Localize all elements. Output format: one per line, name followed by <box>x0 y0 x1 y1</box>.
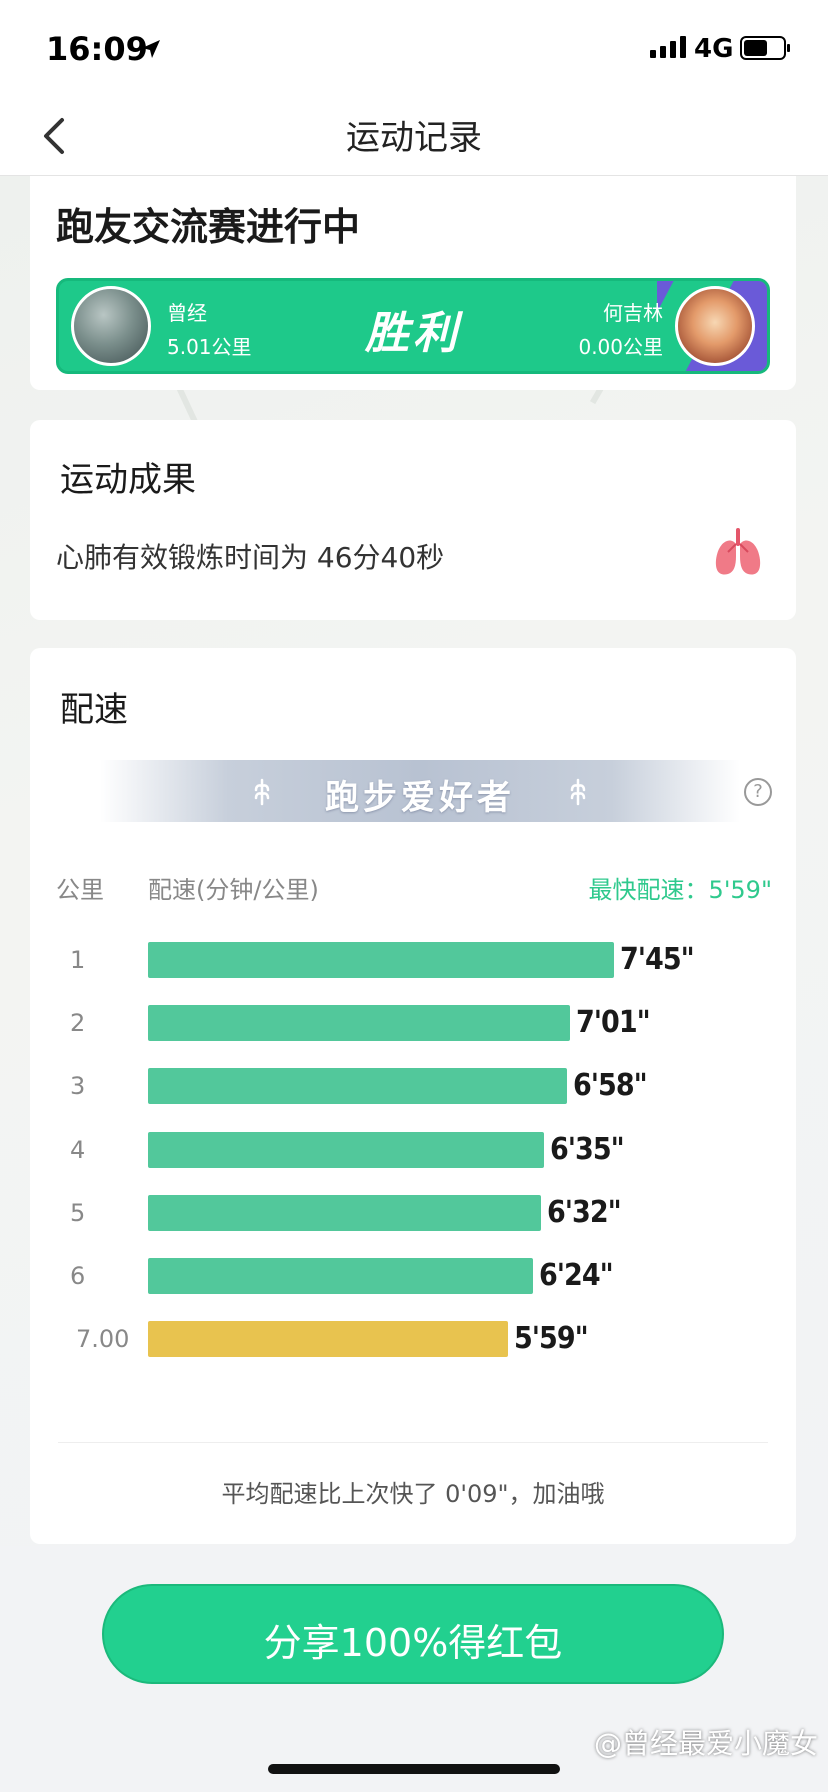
pace-bar <box>148 1005 570 1042</box>
pace-bar <box>148 1068 567 1105</box>
pace-row: 3 6'58" <box>30 1068 796 1108</box>
km-label: 6 <box>70 1262 86 1290</box>
pace-row: 4 6'35" <box>30 1131 796 1172</box>
pace-row: 6 6'24" <box>30 1258 796 1298</box>
pace-value-label: 6'35" <box>550 1131 625 1167</box>
help-icon[interactable]: ? <box>744 778 772 806</box>
column-pace-header: 配速(分钟/公里) <box>148 876 319 904</box>
avatar-right[interactable] <box>675 286 755 366</box>
km-label: 3 <box>70 1072 86 1101</box>
fastest-pace: 最快配速：5'59" <box>588 876 772 904</box>
watermark: @曾经最爱小魔女 <box>593 1727 818 1760</box>
status-bar: 16:09 4G <box>0 0 828 96</box>
race-title: 跑友交流赛进行中 <box>56 205 361 249</box>
km-label: 5 <box>70 1198 86 1227</box>
divider <box>58 1442 768 1443</box>
pace-row: 2 7'01" <box>30 1005 796 1045</box>
wheat-right-icon <box>568 778 588 810</box>
status-time: 16:09 <box>46 30 148 68</box>
runner-level: 跑步爱好者 <box>325 778 515 818</box>
pace-title: 配速 <box>60 690 128 730</box>
location-arrow-icon <box>140 38 162 64</box>
pace-card: 配速 跑步爱好者 ? 公里 配速(分钟/公里) 最快配速：5'59" 1 7'45… <box>30 648 796 1544</box>
pace-value-label: 6'58" <box>573 1068 648 1104</box>
km-label: 7.00 <box>76 1325 130 1354</box>
page-title: 运动记录 <box>346 118 482 158</box>
race-vs-bar: 曾经 5.01公里 胜利 何吉林 0.00公里 <box>56 278 770 374</box>
lungs-icon <box>712 526 764 582</box>
network-label: 4G <box>694 34 734 64</box>
pace-value-label: 5'59" <box>514 1321 589 1357</box>
pace-value-label: 6'24" <box>539 1258 614 1293</box>
pace-bar <box>148 942 614 978</box>
pace-value-label: 7'45" <box>620 942 695 977</box>
pace-bar <box>148 1194 541 1231</box>
pace-row: 5 6'32" <box>30 1194 796 1235</box>
signal-icon <box>650 36 688 62</box>
player-right-name: 何吉林 <box>603 301 663 325</box>
km-label: 4 <box>70 1135 86 1164</box>
home-indicator <box>268 1764 560 1774</box>
pace-summary: 平均配速比上次快了 0'09"，加油哦 <box>221 1480 605 1508</box>
cardio-time-text: 心肺有效锻炼时间为 46分40秒 <box>56 541 445 574</box>
pace-bar <box>148 1321 508 1358</box>
battery-icon <box>740 36 792 64</box>
player-right-distance: 0.00公里 <box>578 335 663 359</box>
km-label: 1 <box>70 946 86 974</box>
pace-value-label: 6'32" <box>547 1194 622 1230</box>
achievement-title: 运动成果 <box>60 460 196 500</box>
column-km-header: 公里 <box>56 876 104 904</box>
achievement-card: 运动成果 心肺有效锻炼时间为 46分40秒 <box>30 420 796 620</box>
pace-row: 7.00 5'59" <box>30 1321 796 1361</box>
pace-bar <box>148 1131 544 1168</box>
share-button[interactable]: 分享100%得红包 <box>102 1584 724 1684</box>
pace-row: 1 7'45" <box>30 942 796 982</box>
race-card[interactable]: 跑友交流赛进行中 曾经 5.01公里 胜利 何吉林 0.00公里 <box>30 176 796 390</box>
runner-level-banner: 跑步爱好者 <box>100 760 740 822</box>
nav-bar: 运动记录 <box>0 96 828 176</box>
share-button-label: 分享100%得红包 <box>263 1621 563 1665</box>
km-label: 2 <box>70 1009 86 1038</box>
pace-value-label: 7'01" <box>576 1005 651 1041</box>
pace-bar <box>148 1258 533 1294</box>
